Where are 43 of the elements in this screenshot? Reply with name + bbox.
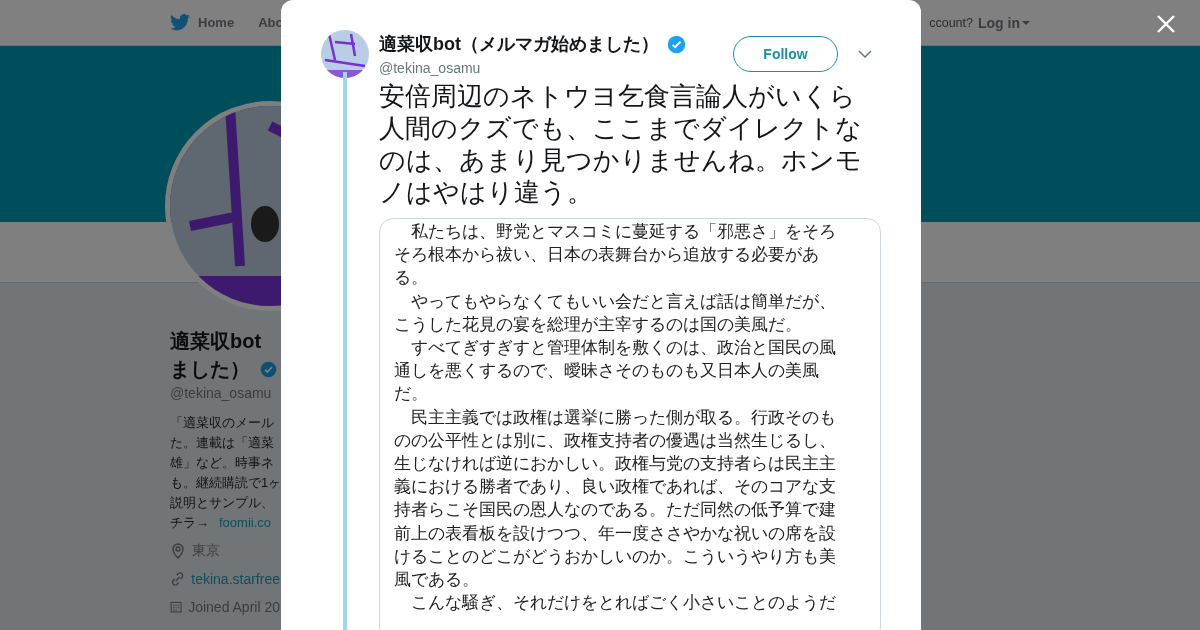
document-text-line: 持者らこそ国民の恩人なのである。ただ同然の低予算で建: [394, 498, 836, 522]
close-icon[interactable]: [1156, 14, 1176, 34]
link-icon: [170, 571, 186, 587]
tweet-text: 安倍周辺のネトウヨ乞食言論人がいくら人間のクズでも、ここまでダイレクトなのは、あまり見つかりませんね。ホンモノはやはり違う。: [379, 81, 863, 208]
login-link[interactable]: Log in: [978, 14, 1030, 31]
document-text-line: のの公平性とは別に、政権支持者の優遇は当然生じるし、: [394, 428, 836, 452]
document-text-line: 私たちは、野党とマスコミに蔓延する「邪悪さ」をそろ: [410, 220, 836, 243]
document-text-line: だ。: [394, 382, 428, 406]
author-name: 適菜収bot（メルマガ始めました）: [379, 32, 686, 56]
document-text-line: けることのどこがどうおかしいのか。こういうやり方も美: [394, 544, 836, 568]
profile-name: 適菜収bot: [170, 329, 262, 354]
nav-link[interactable]: Home: [170, 14, 235, 31]
document-text-line: 義における勝者であり、良い政権であれば、そのコアな支: [394, 475, 836, 499]
account-prompt: ccount?: [929, 15, 973, 30]
document-text-line: 通しを悪くするので、曖昧さそのものも又日本人の美風: [394, 359, 819, 383]
bio-text: 「適菜収のメール: [170, 414, 274, 432]
bio-text: 説明とサンプル、: [170, 494, 274, 512]
bio-link[interactable]: foomii.co: [219, 513, 272, 533]
profile-name: ました）: [170, 355, 277, 383]
follow-button[interactable]: Follow: [733, 36, 838, 72]
caret-icon: [1022, 20, 1030, 25]
bio-text: た。連載は「適菜: [170, 434, 274, 452]
bird-icon: [170, 14, 190, 31]
document-text-line: そろ根本から祓い、日本の表舞台から追放する必要があ: [394, 243, 819, 267]
document-text-line: すべてぎすぎすと管理体制を敷くのは、政治と国民の風: [410, 336, 836, 359]
bio-text: も。継続購読で1ヶ: [170, 474, 282, 492]
profile-handle: @tekina_osamu: [170, 385, 272, 401]
document-text-line: 生じなければ逆におかしい。政権与党の支持者らは民主主: [394, 452, 836, 476]
document-text-line: やってもやらなくてもいい会だと言えば話は簡単だが、: [410, 289, 836, 313]
document-text-line: こうした花見の宴を総理が主宰するのは国の美風だ。: [394, 312, 802, 336]
website-link[interactable]: tekina.starfree: [191, 571, 280, 587]
author-handle: @tekina_osamu: [379, 60, 481, 76]
profile-detail: Joined April 20: [188, 599, 280, 615]
chevron-down-icon[interactable]: [858, 50, 872, 58]
document-text-line: 民主主義では政権は選挙に勝った側が取る。行政そのも: [410, 405, 836, 429]
document-text-line: こんな騒ぎ、それだけをとればごく小さいことのようだ: [410, 591, 836, 615]
document-text-line: る。: [394, 266, 428, 290]
document-text-line: 前上の表看板を設けつつ、年一度ささやかな祝いの席を設: [394, 521, 836, 545]
bio-text: 雄」など。時事ネ: [170, 454, 274, 472]
bio-text: チラ→: [170, 514, 209, 532]
document-text-line: 風である。: [394, 568, 479, 592]
calendar-icon: [170, 599, 183, 615]
location-pin-icon: [170, 543, 186, 559]
